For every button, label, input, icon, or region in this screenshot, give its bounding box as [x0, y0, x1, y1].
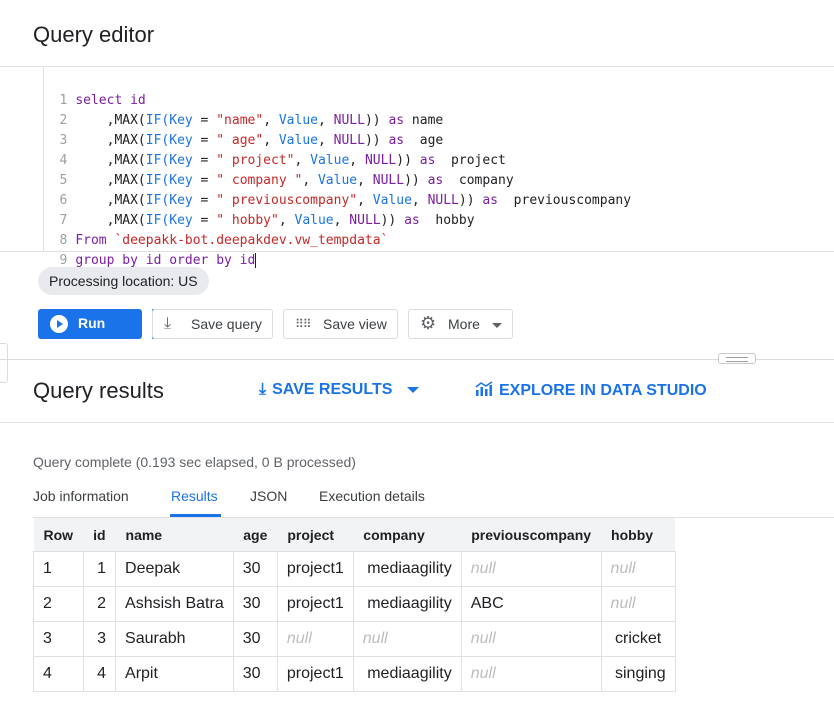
table-cell: 1: [82, 551, 117, 587]
table-row: 1 1 Deepak 30 project1 mediaagility null…: [33, 551, 676, 587]
grid-dots-icon: ⠿⠿: [295, 317, 312, 331]
more-label: More: [448, 316, 480, 332]
download-icon: ⤓: [164, 315, 172, 332]
table-header-row: Row id name age project company previous…: [33, 518, 676, 552]
table-cell: null: [460, 621, 602, 657]
table-cell: Deepak: [115, 551, 234, 587]
more-button[interactable]: ⚙ More: [408, 309, 513, 339]
column-header: project: [277, 518, 354, 552]
table-cell: mediaagility: [352, 551, 462, 587]
column-header: company: [353, 518, 462, 552]
resize-handle[interactable]: [718, 353, 756, 364]
side-panel-handle[interactable]: [0, 343, 8, 383]
column-header: hobby: [601, 518, 676, 552]
table-cell: project1: [276, 656, 354, 692]
table-row: 3 3 Saurabh 30 null null null cricket: [33, 621, 676, 657]
save-query-button[interactable]: ⤓ Save query: [152, 309, 273, 339]
tab-job-information[interactable]: Job information: [33, 488, 129, 504]
gear-icon: ⚙: [420, 313, 437, 333]
table-cell: 4: [82, 656, 117, 692]
chart-icon: [475, 381, 493, 400]
save-view-label: Save view: [323, 316, 387, 332]
code-line[interactable]: 8 From `deepakk-bot.deepakdev.vw_tempdata…: [0, 211, 834, 248]
table-cell: null: [276, 621, 354, 657]
results-table: Row id name age project company previous…: [33, 518, 676, 692]
table-cell: mediaagility: [352, 656, 462, 692]
table-cell: 30: [232, 586, 278, 622]
query-status: Query complete (0.193 sec elapsed, 0 B p…: [33, 454, 356, 470]
chevron-down-icon: [406, 386, 419, 393]
code-line[interactable]: 4 ,MAX(IF(Key = " project", Value, NULL)…: [0, 131, 834, 168]
explore-label: EXPLORE IN DATA STUDIO: [499, 382, 707, 399]
results-divider: [0, 422, 834, 423]
text-cursor: [255, 253, 257, 268]
table-cell: project1: [276, 586, 354, 622]
table-cell: project1: [276, 551, 354, 587]
table-cell: 3: [82, 621, 117, 657]
column-header: id: [83, 518, 116, 552]
table-cell: cricket: [600, 621, 676, 657]
table-cell: null: [460, 656, 602, 692]
explore-data-studio-button[interactable]: EXPLORE IN DATA STUDIO: [475, 381, 707, 400]
column-header: age: [233, 518, 278, 552]
table-cell: Saurabh: [115, 621, 234, 657]
table-cell: null: [460, 551, 602, 587]
table-cell: 3: [33, 621, 84, 657]
editor-header: Query editor: [0, 0, 834, 67]
table-cell: 1: [33, 551, 84, 587]
table-cell: Arpit: [115, 656, 234, 692]
table-cell: null: [352, 621, 462, 657]
code-line[interactable]: 6 ,MAX(IF(Key = " previouscompany", Valu…: [0, 171, 834, 208]
chevron-down-icon: [492, 323, 502, 328]
table-cell: singing: [600, 656, 676, 692]
pane-divider: [0, 359, 834, 360]
code-line[interactable]: 2 ,MAX(IF(Key = "name", Value, NULL)) as…: [0, 91, 834, 128]
save-query-label: Save query: [191, 316, 262, 332]
tab-json[interactable]: JSON: [250, 488, 287, 504]
tab-results[interactable]: Results: [171, 488, 218, 504]
table-cell: null: [600, 551, 676, 587]
processing-location-chip: Processing location: US: [38, 267, 209, 295]
table-cell: 2: [82, 586, 117, 622]
table-cell: ABC: [460, 586, 602, 622]
table-cell: Ashsish Batra: [115, 586, 234, 622]
table-cell: 4: [33, 656, 84, 692]
table-cell: 2: [33, 586, 84, 622]
code-line[interactable]: 7 ,MAX(IF(Key = " hobby", Value, NULL)) …: [0, 191, 834, 228]
results-title: Query results: [33, 378, 164, 403]
column-header: name: [115, 518, 234, 552]
code-editor[interactable]: 1 select id 2 ,MAX(IF(Key = "name", Value…: [0, 67, 834, 268]
run-label: Run: [78, 315, 106, 331]
run-button[interactable]: Run: [38, 309, 180, 339]
save-view-button[interactable]: ⠿⠿ Save view: [283, 309, 398, 339]
tab-execution-details[interactable]: Execution details: [319, 488, 425, 504]
table-row: 2 2 Ashsish Batra 30 project1 mediaagili…: [33, 586, 676, 622]
code-line[interactable]: 3 ,MAX(IF(Key = " age", Value, NULL)) as…: [0, 111, 834, 148]
table-cell: 30: [232, 621, 278, 657]
table-cell: mediaagility: [352, 586, 462, 622]
save-results-button[interactable]: ⤓ SAVE RESULTS: [259, 381, 419, 399]
code-line[interactable]: 5 ,MAX(IF(Key = " company ", Value, NULL…: [0, 151, 834, 188]
column-header: Row: [33, 518, 84, 552]
table-cell: 30: [232, 656, 278, 692]
play-circle-icon: [50, 315, 68, 333]
download-icon: ⤓: [259, 381, 267, 398]
table-row: 4 4 Arpit 30 project1 mediaagility null …: [33, 656, 676, 692]
save-results-label: SAVE RESULTS: [272, 381, 393, 398]
code-line[interactable]: 1 select id: [0, 71, 834, 108]
table-cell: 30: [232, 551, 278, 587]
code-token: group by id order by id: [75, 253, 256, 268]
code-line[interactable]: 9 group by id order by id: [0, 231, 834, 268]
editor-title: Query editor: [33, 22, 155, 47]
column-header: previouscompany: [461, 518, 602, 552]
table-cell: null: [600, 586, 676, 622]
